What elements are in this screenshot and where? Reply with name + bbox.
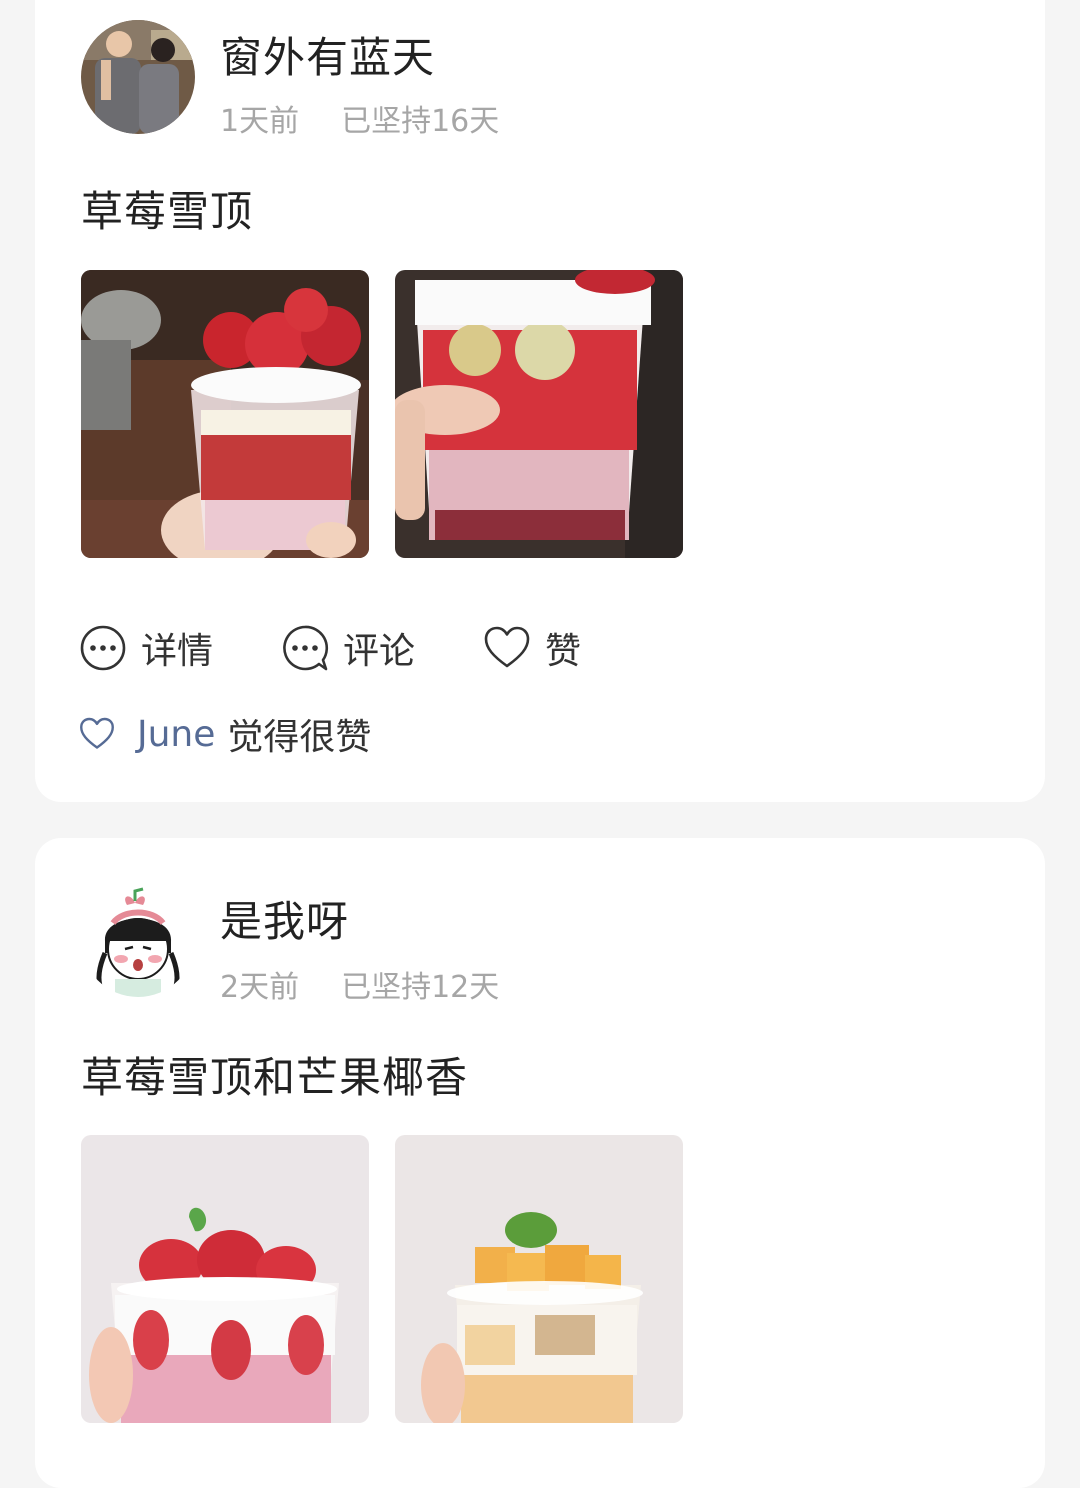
user-avatar[interactable] — [81, 883, 195, 997]
strawberry-cup-photo — [81, 270, 369, 558]
heart-outline-icon — [80, 717, 114, 749]
detail-button[interactable]: 详情 — [79, 622, 213, 674]
more-dots-icon — [80, 625, 126, 671]
post-time: 1天前 — [220, 104, 300, 139]
comment-bubble-icon — [283, 625, 329, 671]
post-meta: 2天前 已坚持12天 — [220, 962, 499, 1006]
strawberry-cup-closeup-photo — [395, 270, 683, 558]
avatar-photo — [81, 20, 195, 134]
mango-coconut-cup-photo — [395, 1135, 683, 1423]
streak-days: 已坚持12天 — [341, 970, 500, 1005]
likes-row: June 觉得很赞 — [79, 708, 371, 760]
username[interactable]: 是我呀 — [220, 888, 349, 949]
avatar-cartoon-girl — [81, 883, 195, 997]
post-meta: 1天前 已坚持16天 — [220, 96, 499, 140]
post-photo[interactable] — [395, 270, 683, 558]
user-avatar[interactable] — [81, 20, 195, 134]
post-time: 2天前 — [220, 970, 300, 1005]
liked-by-suffix: 觉得很赞 — [227, 717, 372, 758]
post-photo[interactable] — [395, 1135, 683, 1423]
like-label: 赞 — [545, 631, 582, 672]
post-text: 草莓雪顶 — [81, 187, 254, 236]
post-card: 是我呀 2天前 已坚持12天 草莓雪顶和芒果椰香 — [35, 838, 1045, 1488]
post-card: 窗外有蓝天 1天前 已坚持16天 草莓雪顶 详情 评论 赞 June 觉得很赞 — [35, 0, 1045, 802]
comment-label: 评论 — [343, 631, 416, 672]
comment-button[interactable]: 评论 — [281, 622, 415, 674]
detail-label: 详情 — [141, 631, 214, 672]
post-text: 草莓雪顶和芒果椰香 — [81, 1053, 469, 1102]
streak-days: 已坚持16天 — [341, 104, 500, 139]
post-actions: 详情 评论 赞 — [79, 622, 649, 674]
liker-name-link[interactable]: June — [137, 714, 215, 755]
heart-outline-icon — [484, 626, 530, 668]
post-photo[interactable] — [81, 1135, 369, 1423]
post-photo[interactable] — [81, 270, 369, 558]
strawberry-snow-cup-photo — [81, 1135, 369, 1423]
username[interactable]: 窗外有蓝天 — [220, 24, 435, 85]
like-button[interactable]: 赞 — [483, 622, 581, 674]
